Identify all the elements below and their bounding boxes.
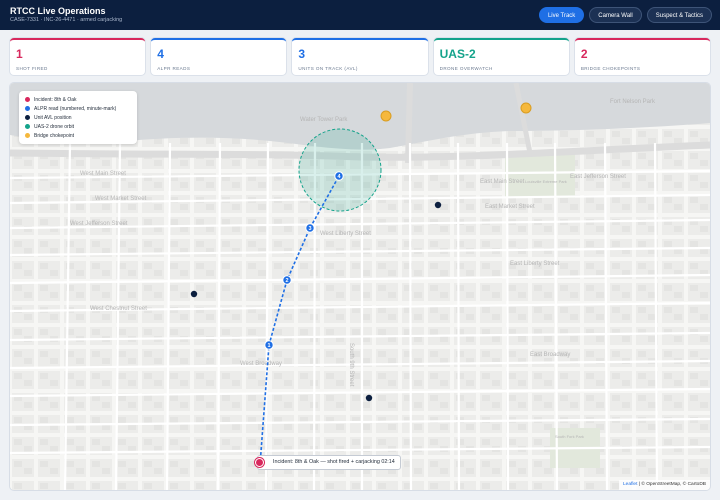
alpr-read-number: 1 xyxy=(267,343,270,349)
street-label: West Main Street xyxy=(80,171,126,177)
street-label: East Liberty Street xyxy=(510,261,560,267)
stat-value: 1 xyxy=(16,47,23,61)
incident-dot-icon xyxy=(25,97,30,102)
legend-item: Incident: 8th & Oak xyxy=(25,95,131,104)
street-label: East Jefferson Street xyxy=(570,174,626,180)
view-switcher: Live Track Camera Wall Suspect & Tactics xyxy=(538,7,712,23)
stat-label: BRIDGE CHOKEPOINTS xyxy=(580,66,641,71)
street-label: Louisville Extreme Park xyxy=(525,179,567,184)
alpr-read-marker[interactable]: 1 xyxy=(264,340,274,350)
app-header: RTCC Live Operations CASE-7331 · INC-26-… xyxy=(0,0,720,30)
stat-value: 3 xyxy=(298,47,306,61)
live-track-button[interactable]: Live Track xyxy=(538,7,585,23)
legend-label: Bridge chokepoint xyxy=(34,132,75,139)
unit-avl-marker[interactable] xyxy=(434,201,442,209)
street-label: West Liberty Street xyxy=(320,231,371,237)
stat-card-drone: UAS-2 DRONE OVERWATCH xyxy=(433,38,569,75)
incident-pin-icon[interactable] xyxy=(255,458,264,467)
street-label: Fort Nelson Park xyxy=(610,99,656,105)
case-subtitle: CASE-7331 · INC-26-4471 · armed carjacki… xyxy=(10,17,123,23)
alpr-read-number: 2 xyxy=(285,278,288,284)
legend-item: ALPR read (numbered, minute-mark) xyxy=(25,104,131,113)
street-label: East Broadway xyxy=(530,352,570,358)
map-canvas[interactable]: West Main Street West Market Street West… xyxy=(10,83,710,490)
uas-2-drone-orbit[interactable] xyxy=(298,128,382,212)
legend-label: Incident: 8th & Oak xyxy=(34,96,77,103)
legend-item: Unit AVL position xyxy=(25,113,131,122)
street-label: South Fork Park xyxy=(555,434,584,439)
page-title: RTCC Live Operations xyxy=(10,6,106,16)
map-legend: Incident: 8th & Oak ALPR read (numbered,… xyxy=(19,91,137,144)
stat-label: UNITS ON TRACK (AVL) xyxy=(298,66,358,71)
leaflet-link[interactable]: Leaflet xyxy=(623,482,637,487)
alpr-read-marker[interactable]: 2 xyxy=(282,275,292,285)
alpr-read-marker[interactable]: 3 xyxy=(305,223,315,233)
alpr-read-marker[interactable]: 4 xyxy=(334,171,344,181)
unit-dot-icon xyxy=(25,115,30,120)
stat-label: DRONE OVERWATCH xyxy=(439,66,493,71)
bridge-chokepoint-marker[interactable] xyxy=(520,102,532,114)
alpr-read-number: 3 xyxy=(308,226,311,232)
incident-popup[interactable]: Incident: 8th & Oak — shot fired + carja… xyxy=(257,455,401,470)
unit-avl-marker[interactable] xyxy=(365,394,373,402)
stat-card-bridges: 2 BRIDGE CHOKEPOINTS xyxy=(574,38,711,75)
alpr-dot-icon xyxy=(25,106,30,111)
map-attribution: Leaflet | © OpenStreetMap, © CartoDB xyxy=(619,480,710,490)
stat-card-shots: 1 SHOT FIRED xyxy=(10,38,146,75)
stat-label: SHOT FIRED xyxy=(16,66,48,71)
legend-item: UAS-2 drone orbit xyxy=(25,122,131,131)
stat-value: 4 xyxy=(157,47,164,61)
street-label: East Market Street xyxy=(485,204,535,210)
unit-avl-marker[interactable] xyxy=(190,290,198,298)
stat-value: UAS-2 xyxy=(439,47,476,61)
stat-card-units: 3 UNITS ON TRACK (AVL) xyxy=(292,38,428,75)
stat-cards: 1 SHOT FIRED 4 ALPR READS 3 UNITS ON TRA… xyxy=(10,38,711,75)
stat-label: ALPR READS xyxy=(157,66,191,71)
attribution-text: | © OpenStreetMap, © CartoDB xyxy=(637,482,706,487)
legend-item: Bridge chokepoint xyxy=(25,131,131,140)
street-label: South 9th Street xyxy=(348,343,354,387)
live-map[interactable]: West Main Street West Market Street West… xyxy=(10,83,710,490)
street-label: East Main Street xyxy=(480,179,525,185)
street-label: West Market Street xyxy=(95,196,147,202)
stat-value: 2 xyxy=(580,47,588,61)
legend-label: Unit AVL position xyxy=(34,114,72,121)
suspect-tactics-button[interactable]: Suspect & Tactics xyxy=(646,7,712,23)
bridge-chokepoint-marker[interactable] xyxy=(380,110,392,122)
stat-card-alpr: 4 ALPR READS xyxy=(151,38,287,75)
bridge-dot-icon xyxy=(25,133,30,138)
camera-wall-button[interactable]: Camera Wall xyxy=(589,7,642,23)
street-label: West Broadway xyxy=(240,361,282,367)
legend-label: ALPR read (numbered, minute-mark) xyxy=(34,105,117,112)
legend-label: UAS-2 drone orbit xyxy=(34,123,75,130)
street-label: West Jefferson Street xyxy=(70,221,128,227)
street-label: Water Tower Park xyxy=(300,117,348,123)
park-area xyxy=(505,153,575,198)
drone-dot-icon xyxy=(25,124,30,129)
street-label: West Chestnut Street xyxy=(90,306,147,312)
